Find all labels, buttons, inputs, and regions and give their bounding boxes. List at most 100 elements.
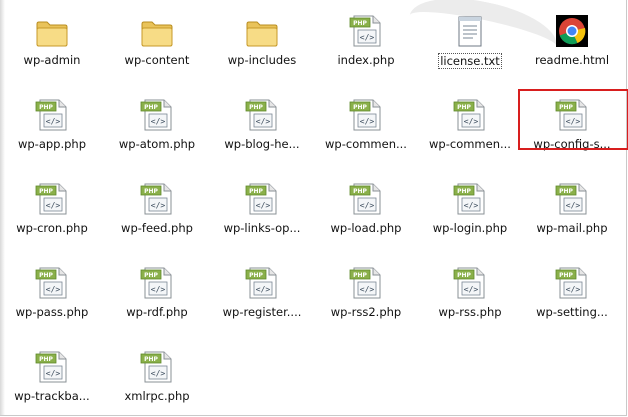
file-item[interactable]: PHP </> wp-blog-he... bbox=[210, 92, 314, 156]
file-item[interactable]: PHP </> wp-commen... bbox=[418, 92, 522, 156]
svg-text:</>: </> bbox=[256, 285, 271, 294]
svg-text:PHP: PHP bbox=[144, 272, 158, 279]
php-file-icon: PHP </> bbox=[0, 176, 104, 216]
chrome-browser-icon bbox=[520, 8, 624, 48]
file-item[interactable]: PHP </> wp-rss2.php bbox=[314, 260, 418, 324]
svg-text:PHP: PHP bbox=[39, 104, 53, 111]
php-file-icon: PHP </> bbox=[314, 260, 418, 300]
file-label: wp-atom.php bbox=[118, 137, 196, 151]
file-label: wp-rss2.php bbox=[330, 305, 402, 319]
php-file-icon: PHP </> bbox=[105, 344, 209, 384]
svg-text:PHP: PHP bbox=[249, 272, 263, 279]
php-file-icon: PHP </> bbox=[418, 260, 522, 300]
file-item[interactable]: PHP </> wp-commen... bbox=[314, 92, 418, 156]
svg-text:PHP: PHP bbox=[39, 272, 53, 279]
svg-text:</>: </> bbox=[151, 369, 166, 378]
file-label: wp-register.... bbox=[222, 305, 302, 319]
php-file-icon: PHP </> bbox=[105, 176, 209, 216]
svg-text:PHP: PHP bbox=[39, 356, 53, 363]
svg-text:PHP: PHP bbox=[353, 188, 367, 195]
file-item[interactable]: PHP </> wp-atom.php bbox=[105, 92, 209, 156]
file-label: wp-rdf.php bbox=[126, 305, 188, 319]
svg-text:PHP: PHP bbox=[249, 104, 263, 111]
file-label: wp-includes bbox=[227, 53, 297, 67]
file-item[interactable]: wp-content bbox=[105, 8, 209, 72]
folder-icon bbox=[0, 8, 104, 48]
svg-text:</>: </> bbox=[360, 117, 375, 126]
file-item[interactable]: license.txt bbox=[418, 8, 522, 72]
php-file-icon: PHP </> bbox=[418, 176, 522, 216]
svg-text:</>: </> bbox=[464, 201, 479, 210]
file-label: wp-commen... bbox=[325, 137, 407, 151]
svg-text:PHP: PHP bbox=[39, 188, 53, 195]
file-item[interactable]: PHP </> wp-pass.php bbox=[0, 260, 104, 324]
php-file-icon: PHP </> bbox=[314, 8, 418, 48]
file-label: wp-blog-he... bbox=[224, 137, 300, 151]
svg-text:</>: </> bbox=[46, 201, 61, 210]
file-item[interactable]: PHP </> wp-app.php bbox=[0, 92, 104, 156]
file-label: wp-feed.php bbox=[121, 221, 193, 235]
file-label: wp-links-op... bbox=[223, 221, 301, 235]
file-label: wp-pass.php bbox=[15, 305, 89, 319]
php-file-icon: PHP </> bbox=[418, 92, 522, 132]
file-label: readme.html bbox=[534, 53, 610, 67]
file-label: wp-commen... bbox=[429, 137, 511, 151]
file-label: xmlrpc.php bbox=[124, 389, 190, 403]
svg-text:PHP: PHP bbox=[353, 272, 367, 279]
file-label: index.php bbox=[337, 53, 395, 67]
file-label: wp-content bbox=[124, 53, 190, 67]
svg-text:</>: </> bbox=[256, 117, 271, 126]
php-file-icon: PHP </> bbox=[105, 92, 209, 132]
file-label: wp-admin bbox=[23, 53, 81, 67]
file-item[interactable]: PHP </> wp-mail.php bbox=[520, 176, 624, 240]
svg-text:</>: </> bbox=[256, 201, 271, 210]
file-item[interactable]: PHP </> wp-links-op... bbox=[210, 176, 314, 240]
file-label: wp-mail.php bbox=[536, 221, 608, 235]
file-item[interactable]: wp-admin bbox=[0, 8, 104, 72]
svg-text:</>: </> bbox=[46, 285, 61, 294]
file-item[interactable]: PHP </> index.php bbox=[314, 8, 418, 72]
svg-text:</>: </> bbox=[151, 117, 166, 126]
svg-text:PHP: PHP bbox=[144, 356, 158, 363]
php-file-icon: PHP </> bbox=[314, 176, 418, 216]
file-item[interactable]: PHP </> wp-rdf.php bbox=[105, 260, 209, 324]
file-item[interactable]: PHP </> xmlrpc.php bbox=[105, 344, 209, 408]
folder-icon bbox=[210, 8, 314, 48]
svg-text:</>: </> bbox=[46, 117, 61, 126]
file-item[interactable]: PHP </> wp-feed.php bbox=[105, 176, 209, 240]
file-item[interactable]: PHP </> wp-load.php bbox=[314, 176, 418, 240]
file-label: license.txt bbox=[438, 53, 502, 69]
svg-text:</>: </> bbox=[46, 369, 61, 378]
file-label: wp-cron.php bbox=[16, 221, 88, 235]
file-item[interactable]: wp-includes bbox=[210, 8, 314, 72]
file-label: wp-app.php bbox=[17, 137, 87, 151]
svg-text:PHP: PHP bbox=[144, 104, 158, 111]
svg-text:PHP: PHP bbox=[457, 104, 471, 111]
file-label: wp-setting... bbox=[536, 305, 608, 319]
php-file-icon: PHP </> bbox=[0, 344, 104, 384]
svg-text:PHP: PHP bbox=[353, 20, 367, 27]
folder-icon bbox=[105, 8, 209, 48]
php-file-icon: PHP </> bbox=[210, 260, 314, 300]
svg-text:PHP: PHP bbox=[249, 188, 263, 195]
file-item[interactable]: PHP </> wp-cron.php bbox=[0, 176, 104, 240]
svg-text:PHP: PHP bbox=[559, 272, 573, 279]
svg-text:PHP: PHP bbox=[457, 188, 471, 195]
svg-text:PHP: PHP bbox=[457, 272, 471, 279]
svg-text:</>: </> bbox=[566, 285, 581, 294]
file-label: wp-rss.php bbox=[438, 305, 502, 319]
svg-text:PHP: PHP bbox=[353, 104, 367, 111]
php-file-icon: PHP </> bbox=[520, 176, 624, 216]
svg-text:</>: </> bbox=[360, 201, 375, 210]
php-file-icon: PHP </> bbox=[105, 260, 209, 300]
file-item[interactable]: PHP </> wp-register.... bbox=[210, 260, 314, 324]
file-item[interactable]: PHP </> wp-trackba... bbox=[0, 344, 104, 408]
file-item[interactable]: PHP </> wp-setting... bbox=[520, 260, 624, 324]
php-file-icon: PHP </> bbox=[210, 92, 314, 132]
file-item[interactable]: PHP </> wp-rss.php bbox=[418, 260, 522, 324]
svg-text:</>: </> bbox=[566, 201, 581, 210]
file-item[interactable]: PHP </> wp-login.php bbox=[418, 176, 522, 240]
file-item[interactable]: readme.html bbox=[520, 8, 624, 72]
svg-text:PHP: PHP bbox=[144, 188, 158, 195]
php-file-icon: PHP </> bbox=[0, 92, 104, 132]
